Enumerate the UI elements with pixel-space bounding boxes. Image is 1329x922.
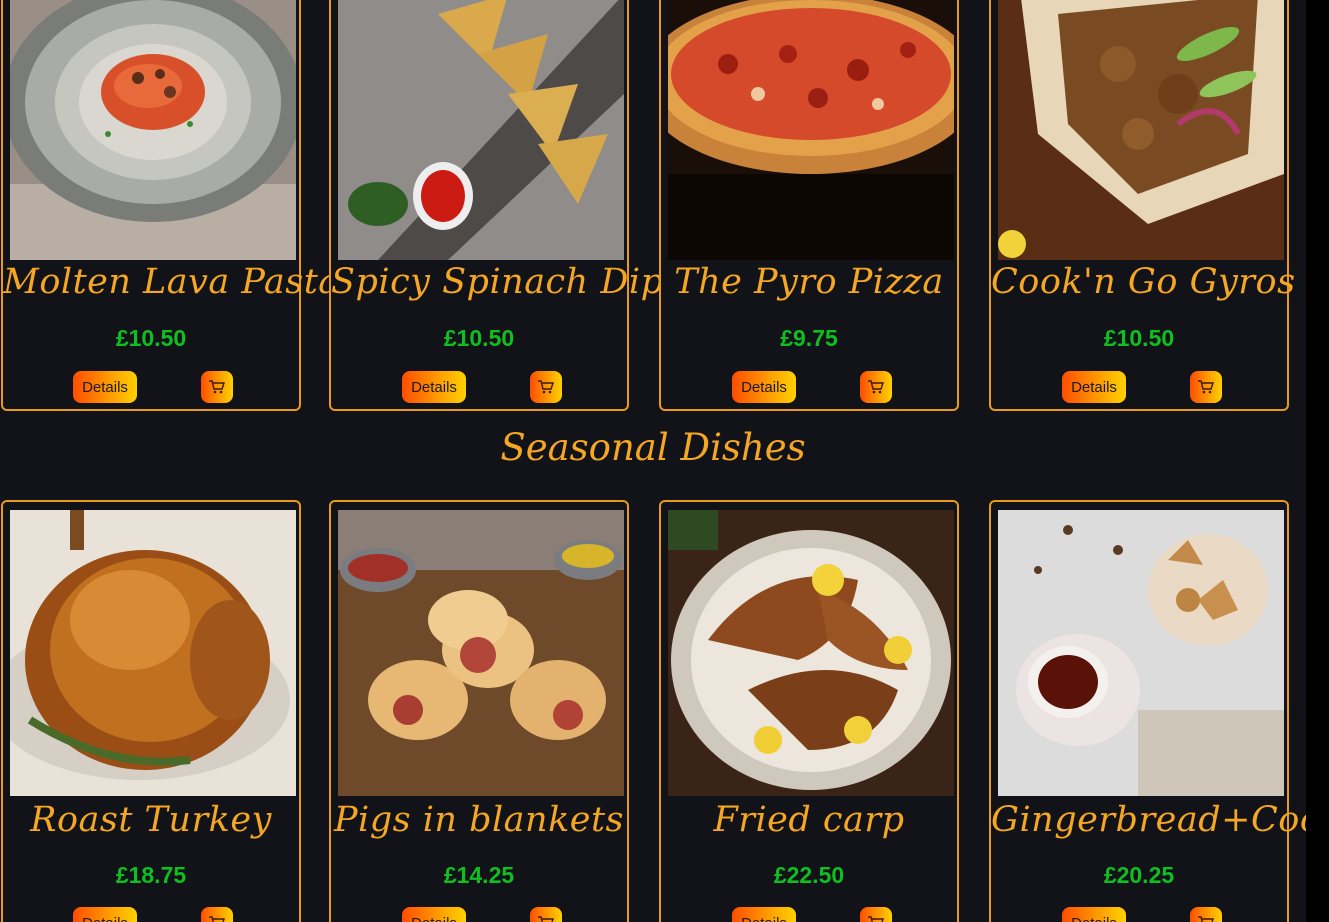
dish-price: £14.25 (443, 862, 515, 888)
details-button[interactable]: Details (732, 371, 796, 403)
details-button[interactable]: Details (73, 371, 137, 403)
cart-icon (1198, 380, 1214, 394)
dish-name: Fried carp (713, 800, 905, 840)
dish-photo-pigs-in-blankets (338, 510, 624, 796)
dish-name: Pigs in blankets (333, 800, 625, 840)
add-to-cart-button[interactable] (201, 371, 233, 403)
cart-icon (538, 916, 554, 922)
cart-icon (868, 916, 884, 922)
dish-name: The Pyro Pizza (674, 262, 944, 302)
details-button[interactable]: Details (1062, 371, 1126, 403)
add-to-cart-button[interactable] (860, 371, 892, 403)
dish-photo-turkey (10, 510, 296, 796)
dish-price: £18.75 (115, 862, 187, 888)
details-button[interactable]: Details (732, 907, 796, 922)
add-to-cart-button[interactable] (860, 907, 892, 922)
details-button[interactable]: Details (402, 371, 466, 403)
dish-card: Pigs in blankets £14.25 Details (329, 500, 629, 922)
dish-price: £20.25 (1103, 862, 1175, 888)
add-to-cart-button[interactable] (530, 907, 562, 922)
add-to-cart-button[interactable] (1190, 907, 1222, 922)
cart-icon (868, 380, 884, 394)
cart-icon (538, 380, 554, 394)
dish-card: Gingerbread+Cocoa £20.25 Details (989, 500, 1306, 922)
dish-photo-pasta (10, 0, 296, 260)
add-to-cart-button[interactable] (201, 907, 233, 922)
dish-photo-pizza (668, 0, 954, 260)
menu-page: Molten Lava Pasta £10.50 Details Spicy S… (0, 0, 1306, 922)
dish-card: Molten Lava Pasta £10.50 Details (1, 0, 340, 411)
dish-photo-fried-carp (668, 510, 954, 796)
dish-card: Cook'n Go Gyros £10.50 Details (989, 0, 1296, 411)
dish-price: £10.50 (115, 325, 187, 351)
dish-photo-samosa (338, 0, 624, 260)
cart-icon (1198, 916, 1214, 922)
section-heading: Seasonal Dishes (500, 426, 806, 469)
dish-card: Spicy Spinach Dip £10.50 Details (329, 0, 664, 411)
dish-name: Molten Lava Pasta (3, 262, 340, 302)
dish-price: £10.50 (1103, 325, 1175, 351)
dish-price: £9.75 (780, 325, 838, 351)
details-button[interactable]: Details (402, 907, 466, 922)
dish-name: Spicy Spinach Dip (331, 262, 664, 302)
dish-card: The Pyro Pizza £9.75 Details (659, 0, 959, 411)
dish-card: Roast Turkey £18.75 Details (1, 500, 301, 922)
dish-photo-gingerbread-cocoa (998, 510, 1284, 796)
dish-card: Fried carp £22.50 Details (659, 500, 959, 922)
dish-name: Cook'n Go Gyros (991, 262, 1296, 302)
cart-icon (209, 380, 225, 394)
dish-name: Gingerbread+Cocoa (991, 800, 1306, 840)
dish-photo-gyros (998, 0, 1284, 260)
add-to-cart-button[interactable] (530, 371, 562, 403)
details-button[interactable]: Details (73, 907, 137, 922)
dish-price: £22.50 (773, 862, 845, 888)
cart-icon (209, 916, 225, 922)
details-button[interactable]: Details (1062, 907, 1126, 922)
dish-price: £10.50 (443, 325, 515, 351)
add-to-cart-button[interactable] (1190, 371, 1222, 403)
window-gutter (1306, 0, 1329, 922)
dish-name: Roast Turkey (30, 800, 272, 840)
